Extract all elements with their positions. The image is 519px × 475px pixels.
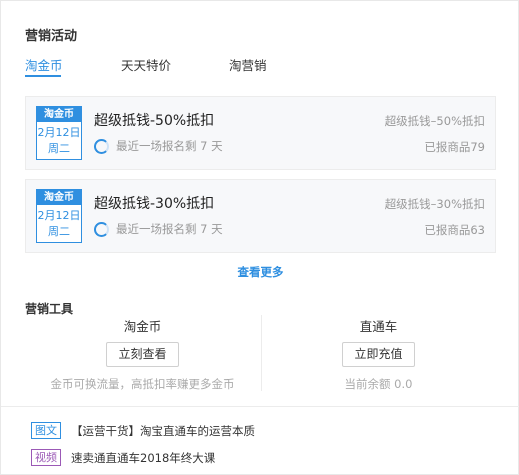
recharge-button[interactable]: 立即充值 xyxy=(342,342,415,367)
activity-card[interactable]: 淘金币 2月12日 周二 超级抵钱-30%抵扣 最近一场报名剩 7 天 超级抵钱… xyxy=(25,179,496,253)
news-item[interactable]: 视频 速卖通直通车2018年终大课 xyxy=(31,449,215,466)
activity-card[interactable]: 淘金币 2月12日 周二 超级抵钱-50%抵扣 最近一场报名剩 7 天 超级抵钱… xyxy=(25,96,496,170)
tool-zhitongche: 直通车 立即充值 当前余额 0.0 xyxy=(261,319,496,392)
tab-tiantian-tejia[interactable]: 天天特价 xyxy=(121,55,171,74)
balance-note: 当前余额 0.0 xyxy=(344,377,413,391)
news-item[interactable]: 图文 【运营干货】淘宝直通车的运营本质 xyxy=(31,422,255,439)
news-title[interactable]: 【运营干货】淘宝直通车的运营本质 xyxy=(71,423,255,439)
countdown-text: 最近一场报名剩 7 天 xyxy=(116,222,223,236)
activity-signed-count: 已报商品79 xyxy=(424,140,485,154)
tool-note: 金币可换流量，高抵扣率赚更多金币 xyxy=(50,377,235,391)
calendar-badge: 淘金币 2月12日 周二 xyxy=(36,106,82,160)
active-tab-indicator xyxy=(25,75,61,77)
calendar-badge-label: 淘金币 xyxy=(37,190,81,205)
tools-title: 营销工具 xyxy=(25,302,74,316)
calendar-weekday: 周二 xyxy=(48,225,70,238)
calendar-badge: 淘金币 2月12日 周二 xyxy=(36,189,82,243)
view-now-button[interactable]: 立刻查看 xyxy=(106,342,179,367)
activity-countdown: 最近一场报名剩 7 天 xyxy=(94,221,223,237)
activity-title[interactable]: 超级抵钱-30%抵扣 xyxy=(94,193,214,213)
tab-taoyingxiao[interactable]: 淘营销 xyxy=(229,55,267,74)
activity-title[interactable]: 超级抵钱-50%抵扣 xyxy=(94,110,214,130)
view-more-link[interactable]: 查看更多 xyxy=(1,264,519,280)
marketing-panel: 营销活动 淘金币 天天特价 淘营销 淘金币 2月12日 周二 超级抵钱-50%抵… xyxy=(0,0,519,475)
video-tag: 视频 xyxy=(31,449,61,466)
calendar-weekday: 周二 xyxy=(48,142,70,155)
section-divider xyxy=(1,406,519,407)
calendar-badge-label: 淘金币 xyxy=(37,107,81,122)
tab-taojinbi[interactable]: 淘金币 xyxy=(25,55,63,74)
progress-ring-icon xyxy=(94,221,109,237)
activity-signed-count: 已报商品63 xyxy=(424,223,485,237)
tool-name: 直通车 xyxy=(359,319,398,334)
news-title[interactable]: 速卖通直通车2018年终大课 xyxy=(71,450,215,466)
tool-name: 淘金币 xyxy=(123,319,162,334)
tool-taojinbi: 淘金币 立刻查看 金币可换流量，高抵扣率赚更多金币 xyxy=(25,319,260,392)
calendar-date: 2月12日 xyxy=(37,126,81,139)
activity-right-title: 超级抵钱–50%抵扣 xyxy=(384,114,485,128)
section-title: 营销活动 xyxy=(25,29,78,44)
article-tag: 图文 xyxy=(31,422,61,439)
activity-countdown: 最近一场报名剩 7 天 xyxy=(94,138,223,154)
progress-ring-icon xyxy=(94,138,109,154)
activity-tabs: 淘金币 天天特价 淘营销 xyxy=(25,55,495,77)
countdown-text: 最近一场报名剩 7 天 xyxy=(116,139,223,153)
activity-right-title: 超级抵钱–30%抵扣 xyxy=(384,197,485,211)
calendar-date: 2月12日 xyxy=(37,209,81,222)
